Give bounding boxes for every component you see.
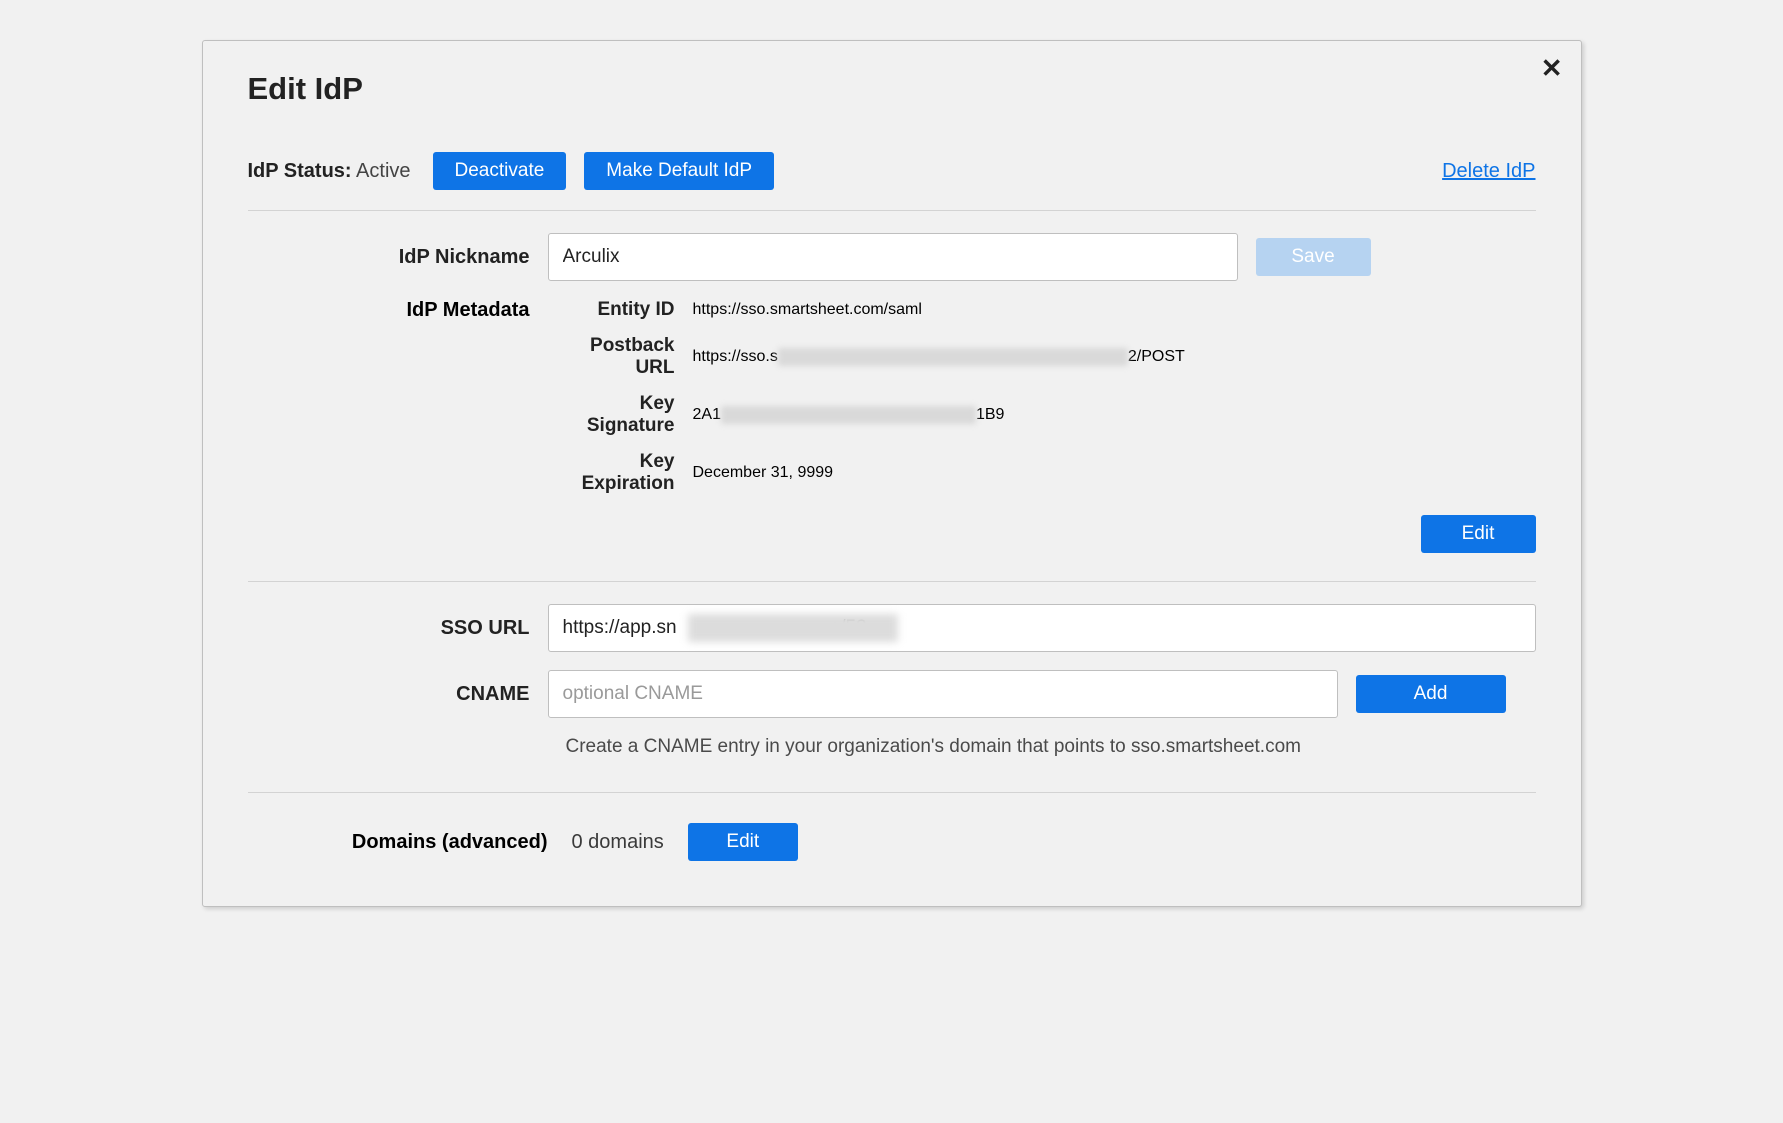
- domains-count: 0 domains: [572, 831, 664, 854]
- postback-redacted: [778, 348, 1128, 366]
- cname-input[interactable]: [548, 670, 1338, 718]
- cname-help-text: Create a CNAME entry in your organizatio…: [566, 736, 1536, 758]
- status-label: IdP Status:: [248, 160, 352, 182]
- domains-section: Domains (advanced) 0 domains Edit: [248, 823, 1536, 861]
- key-signature-value: 2A1 1B9: [693, 393, 1005, 437]
- deactivate-button[interactable]: Deactivate: [433, 152, 567, 190]
- edit-domains-button[interactable]: Edit: [688, 823, 798, 861]
- key-expiration-label: Key Expiration: [548, 451, 675, 495]
- sso-section: SSO URL CNAME Add Create a CNAME entry i…: [248, 582, 1536, 793]
- nickname-label: IdP Nickname: [248, 246, 548, 269]
- key-signature-label: Key Signature: [548, 393, 675, 437]
- make-default-idp-button[interactable]: Make Default IdP: [584, 152, 774, 190]
- edit-metadata-button[interactable]: Edit: [1421, 515, 1536, 553]
- cname-label: CNAME: [248, 683, 548, 706]
- add-cname-button[interactable]: Add: [1356, 675, 1506, 713]
- nickname-input[interactable]: [548, 233, 1238, 281]
- delete-idp-link[interactable]: Delete IdP: [1442, 160, 1535, 183]
- sso-url-label: SSO URL: [248, 617, 548, 640]
- close-button[interactable]: ✕: [1541, 55, 1563, 81]
- status-row: IdP Status: Active Deactivate Make Defau…: [248, 152, 1536, 211]
- close-icon: ✕: [1541, 53, 1563, 83]
- domains-label: Domains (advanced): [248, 831, 548, 854]
- entity-id-value: https://sso.smartsheet.com/saml: [693, 299, 922, 321]
- sso-url-redacted: [688, 614, 898, 642]
- metadata-section-label: IdP Metadata: [248, 299, 548, 495]
- key-expiration-value: December 31, 9999: [693, 451, 834, 495]
- nickname-section: IdP Nickname Save IdP Metadata Entity ID…: [248, 211, 1536, 582]
- save-nickname-button[interactable]: Save: [1256, 238, 1371, 276]
- dialog-title: Edit IdP: [248, 71, 1536, 107]
- status-value: Active: [356, 160, 410, 182]
- metadata-section: IdP Metadata Entity ID https://sso.smart…: [248, 299, 1536, 495]
- entity-id-label: Entity ID: [548, 299, 675, 321]
- edit-idp-dialog: ✕ Edit IdP IdP Status: Active Deactivate…: [202, 40, 1582, 907]
- key-signature-redacted: [721, 406, 976, 424]
- postback-url-value: https://sso.s 2/POST: [693, 335, 1185, 379]
- postback-url-label: Postback URL: [548, 335, 675, 379]
